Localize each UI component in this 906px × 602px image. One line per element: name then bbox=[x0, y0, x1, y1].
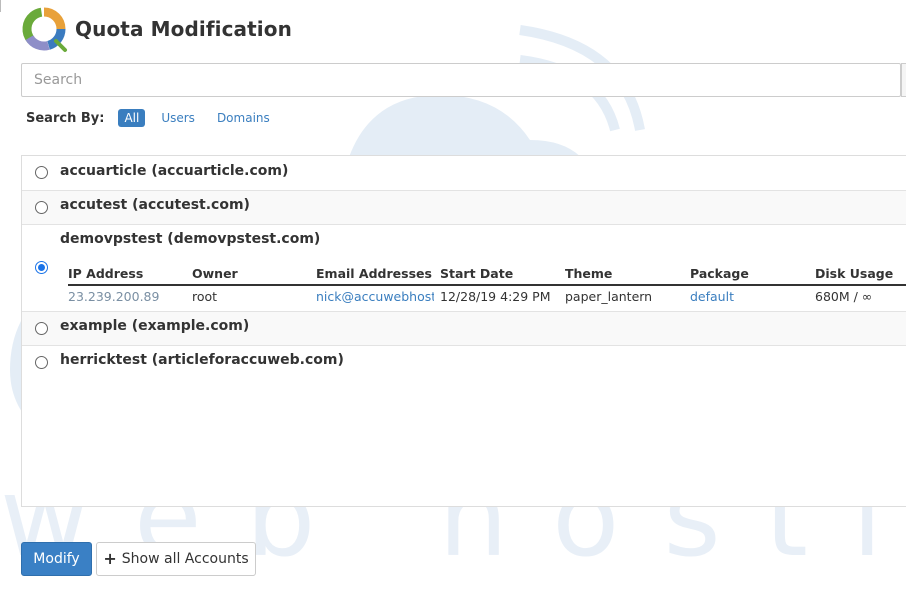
account-label: herricktest (articleforaccuweb.com) bbox=[60, 352, 344, 368]
search-by-bar: Search By: All Users Domains bbox=[26, 108, 280, 128]
account-list: accuarticle (accuarticle.com) accutest (… bbox=[21, 155, 906, 507]
search-button[interactable] bbox=[901, 63, 906, 97]
filter-domains[interactable]: Domains bbox=[211, 109, 276, 127]
page-title: Quota Modification bbox=[75, 17, 292, 41]
cell-start-date: 12/28/19 4:29 PM bbox=[440, 289, 551, 304]
account-radio[interactable] bbox=[35, 356, 48, 369]
filter-all[interactable]: All bbox=[118, 109, 146, 127]
cell-theme: paper_lantern bbox=[565, 289, 653, 304]
column-email: Email Addresses bbox=[316, 266, 432, 281]
filter-users[interactable]: Users bbox=[155, 109, 201, 127]
search-input[interactable] bbox=[22, 64, 900, 96]
cell-ip: 23.239.200.89 bbox=[68, 289, 160, 304]
account-label: example (example.com) bbox=[60, 318, 250, 334]
account-row[interactable]: herricktest (articleforaccuweb.com) bbox=[22, 346, 906, 380]
window-edge bbox=[0, 0, 1, 12]
search-box bbox=[21, 63, 901, 97]
account-radio[interactable] bbox=[35, 322, 48, 335]
show-all-label: Show all Accounts bbox=[121, 551, 249, 567]
account-radio[interactable] bbox=[35, 166, 48, 179]
cell-package-link[interactable]: default bbox=[690, 289, 734, 304]
quota-logo-icon bbox=[22, 7, 67, 52]
column-ip: IP Address bbox=[68, 266, 144, 281]
column-start-date: Start Date bbox=[440, 266, 514, 281]
cell-owner: root bbox=[192, 289, 218, 304]
account-radio-selected[interactable] bbox=[35, 261, 48, 274]
account-radio[interactable] bbox=[35, 201, 48, 214]
cell-email[interactable]: nick@accuwebhosting bbox=[316, 289, 434, 304]
account-row[interactable]: example (example.com) bbox=[22, 312, 906, 346]
modify-button-label: Modify bbox=[33, 551, 80, 567]
account-label: demovpstest (demovpstest.com) bbox=[60, 231, 321, 247]
show-all-accounts-button[interactable]: + Show all Accounts bbox=[96, 542, 256, 576]
page-header: Quota Modification bbox=[20, 5, 292, 53]
account-details-row: 23.239.200.89 root nick@accuwebhosting 1… bbox=[68, 286, 906, 312]
column-package: Package bbox=[690, 266, 749, 281]
account-label: accutest (accutest.com) bbox=[60, 197, 250, 213]
search-by-label: Search By: bbox=[26, 110, 105, 126]
column-disk-usage: Disk Usage bbox=[815, 266, 894, 281]
cell-disk-usage: 680M / ∞ bbox=[815, 289, 873, 304]
account-row[interactable]: accuarticle (accuarticle.com) bbox=[22, 156, 906, 191]
column-owner: Owner bbox=[192, 266, 238, 281]
account-row[interactable]: accutest (accutest.com) bbox=[22, 191, 906, 225]
plus-icon: + bbox=[103, 549, 117, 568]
modify-button[interactable]: Modify bbox=[21, 542, 92, 576]
account-details-header: IP Address Owner Email Addresses Start D… bbox=[68, 262, 906, 286]
column-theme: Theme bbox=[565, 266, 613, 281]
account-label: accuarticle (accuarticle.com) bbox=[60, 163, 289, 179]
